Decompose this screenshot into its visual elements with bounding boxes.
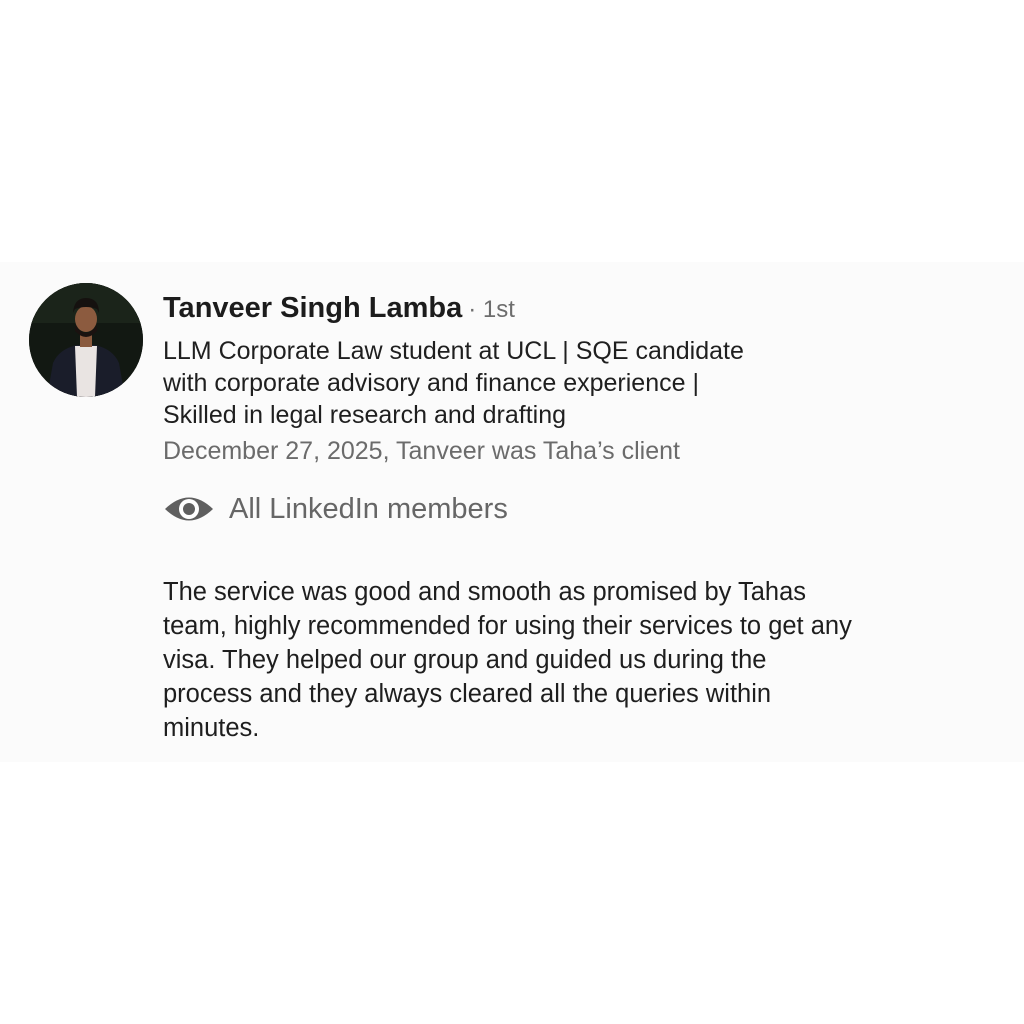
- author-headline: LLM Corporate Law student at UCL | SQE c…: [163, 335, 883, 431]
- headline-line: Skilled in legal research and drafting: [163, 401, 567, 429]
- avatar[interactable]: [29, 283, 143, 397]
- author-line: Tanveer Singh Lamba · 1st: [163, 292, 515, 325]
- review-line: team, highly recommended for using their…: [163, 612, 852, 640]
- review-line: minutes.: [163, 714, 260, 742]
- headline-line: LLM Corporate Law student at UCL | SQE c…: [163, 337, 744, 365]
- connection-degree: · 1st: [468, 296, 515, 323]
- visibility-setting: All LinkedIn members: [163, 489, 508, 529]
- review-line: visa. They helped our group and guided u…: [163, 646, 767, 674]
- headline-line: with corporate advisory and finance expe…: [163, 369, 699, 397]
- review-line: The service was good and smooth as promi…: [163, 578, 807, 606]
- recommendation-date: December 27, 2025, Tanveer was Taha’s cl…: [163, 437, 680, 465]
- profile-photo: [29, 283, 143, 397]
- recommendation-text: The service was good and smooth as promi…: [163, 575, 1003, 745]
- review-line: process and they always cleared all the …: [163, 680, 772, 708]
- eye-icon: [163, 494, 215, 524]
- visibility-label: All LinkedIn members: [229, 492, 508, 525]
- author-name[interactable]: Tanveer Singh Lamba: [163, 292, 462, 324]
